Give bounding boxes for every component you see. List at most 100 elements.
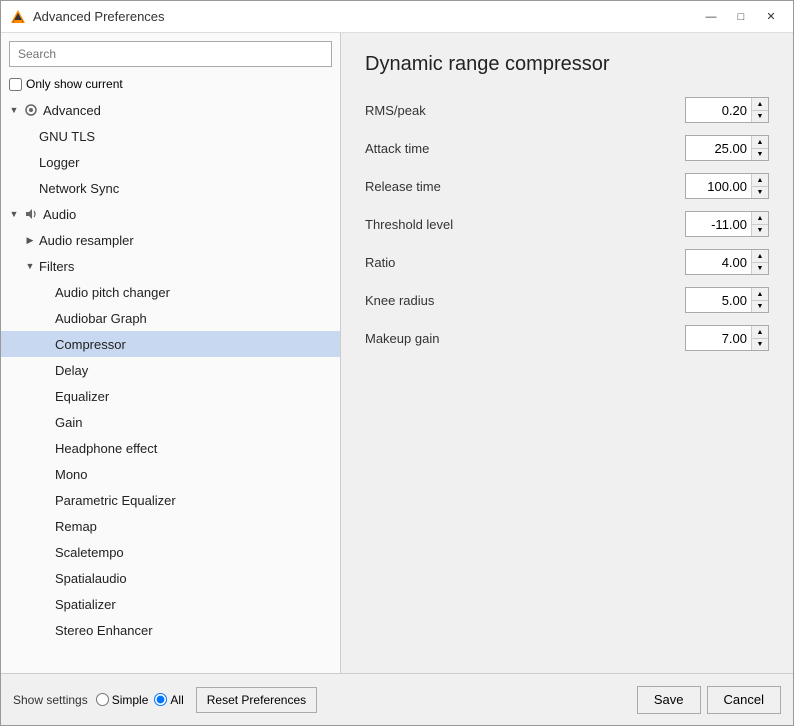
tree-item-label-gain: Gain xyxy=(55,415,82,430)
tree-item-label-remap: Remap xyxy=(55,519,97,534)
param-input-4[interactable] xyxy=(686,250,751,274)
expand-icon-mono xyxy=(39,467,53,481)
param-row-6: Makeup gain▲▼ xyxy=(365,324,769,352)
spin-down-3[interactable]: ▼ xyxy=(752,224,768,236)
expand-icon-filters: ▼ xyxy=(23,259,37,273)
window-controls: — □ ✕ xyxy=(697,6,785,28)
spin-up-2[interactable]: ▲ xyxy=(752,174,768,186)
spin-buttons-4: ▲▼ xyxy=(751,250,768,274)
tree-item-label-spatializer: Spatializer xyxy=(55,597,116,612)
spin-buttons-2: ▲▼ xyxy=(751,174,768,198)
only-show-current-checkbox[interactable] xyxy=(9,78,22,91)
tree-item-parametric_equalizer[interactable]: Parametric Equalizer xyxy=(1,487,340,513)
radio-simple[interactable] xyxy=(96,693,109,706)
param-input-wrapper-2: ▲▼ xyxy=(685,173,769,199)
window-title: Advanced Preferences xyxy=(33,9,697,24)
expand-icon-audio_pitch_changer xyxy=(39,285,53,299)
spin-buttons-1: ▲▼ xyxy=(751,136,768,160)
tree-item-gnu_tls[interactable]: GNU TLS xyxy=(1,123,340,149)
param-input-1[interactable] xyxy=(686,136,751,160)
bottom-bar: Show settings Simple All Reset Preferenc… xyxy=(1,673,793,725)
search-input[interactable] xyxy=(9,41,332,67)
tree-item-audio_pitch_changer[interactable]: Audio pitch changer xyxy=(1,279,340,305)
tree-item-label-audiobar_graph: Audiobar Graph xyxy=(55,311,147,326)
expand-icon-scaletempo xyxy=(39,545,53,559)
tree-item-filters[interactable]: ▼Filters xyxy=(1,253,340,279)
tree-item-stereo_enhancer[interactable]: Stereo Enhancer xyxy=(1,617,340,643)
minimize-button[interactable]: — xyxy=(697,6,725,28)
spin-down-4[interactable]: ▼ xyxy=(752,262,768,274)
spin-buttons-0: ▲▼ xyxy=(751,98,768,122)
radio-all-label[interactable]: All xyxy=(154,693,183,707)
tree-container[interactable]: ▼AdvancedGNU TLSLoggerNetwork Sync▼Audio… xyxy=(1,97,340,673)
spin-up-6[interactable]: ▲ xyxy=(752,326,768,338)
expand-icon-spatialaudio xyxy=(39,571,53,585)
expand-icon-audio_resampler: ▶ xyxy=(23,233,37,247)
reset-preferences-button[interactable]: Reset Preferences xyxy=(196,687,317,713)
left-panel: Only show current ▼AdvancedGNU TLSLogger… xyxy=(1,33,341,673)
tree-item-audiobar_graph[interactable]: Audiobar Graph xyxy=(1,305,340,331)
expand-icon-spatializer xyxy=(39,597,53,611)
param-input-0[interactable] xyxy=(686,98,751,122)
tree-item-gain[interactable]: Gain xyxy=(1,409,340,435)
spin-up-1[interactable]: ▲ xyxy=(752,136,768,148)
close-button[interactable]: ✕ xyxy=(757,6,785,28)
cancel-button[interactable]: Cancel xyxy=(707,686,781,714)
radio-all[interactable] xyxy=(154,693,167,706)
spin-up-3[interactable]: ▲ xyxy=(752,212,768,224)
spin-down-2[interactable]: ▼ xyxy=(752,186,768,198)
spin-buttons-6: ▲▼ xyxy=(751,326,768,350)
maximize-button[interactable]: □ xyxy=(727,6,755,28)
tree-item-label-advanced: Advanced xyxy=(43,103,101,118)
spin-down-1[interactable]: ▼ xyxy=(752,148,768,160)
tree-item-label-audio_resampler: Audio resampler xyxy=(39,233,134,248)
tree-item-equalizer[interactable]: Equalizer xyxy=(1,383,340,409)
spin-up-0[interactable]: ▲ xyxy=(752,98,768,110)
main-content: Only show current ▼AdvancedGNU TLSLogger… xyxy=(1,33,793,673)
tree-item-delay[interactable]: Delay xyxy=(1,357,340,383)
tree-item-scaletempo[interactable]: Scaletempo xyxy=(1,539,340,565)
tree-item-headphone_effect[interactable]: Headphone effect xyxy=(1,435,340,461)
tree-item-spatialaudio[interactable]: Spatialaudio xyxy=(1,565,340,591)
tree-item-label-stereo_enhancer: Stereo Enhancer xyxy=(55,623,153,638)
expand-icon-stereo_enhancer xyxy=(39,623,53,637)
expand-icon-logger xyxy=(23,155,37,169)
spin-down-0[interactable]: ▼ xyxy=(752,110,768,122)
param-input-3[interactable] xyxy=(686,212,751,236)
expand-icon-remap xyxy=(39,519,53,533)
save-button[interactable]: Save xyxy=(637,686,701,714)
spin-up-4[interactable]: ▲ xyxy=(752,250,768,262)
param-label-5: Knee radius xyxy=(365,293,685,308)
expand-icon-headphone_effect xyxy=(39,441,53,455)
expand-icon-gain xyxy=(39,415,53,429)
spin-down-5[interactable]: ▼ xyxy=(752,300,768,312)
radio-simple-label[interactable]: Simple xyxy=(96,693,149,707)
tree-item-audio[interactable]: ▼Audio xyxy=(1,201,340,227)
param-input-wrapper-0: ▲▼ xyxy=(685,97,769,123)
tree-item-logger[interactable]: Logger xyxy=(1,149,340,175)
tree-item-label-gnu_tls: GNU TLS xyxy=(39,129,95,144)
param-input-6[interactable] xyxy=(686,326,751,350)
tree-item-remap[interactable]: Remap xyxy=(1,513,340,539)
tree-item-network_sync[interactable]: Network Sync xyxy=(1,175,340,201)
tree-item-label-parametric_equalizer: Parametric Equalizer xyxy=(55,493,176,508)
spin-down-6[interactable]: ▼ xyxy=(752,338,768,350)
spin-up-5[interactable]: ▲ xyxy=(752,288,768,300)
param-input-2[interactable] xyxy=(686,174,751,198)
tree-item-spatializer[interactable]: Spatializer xyxy=(1,591,340,617)
item-icon-advanced xyxy=(23,102,39,118)
tree-item-compressor[interactable]: Compressor xyxy=(1,331,340,357)
tree-item-mono[interactable]: Mono xyxy=(1,461,340,487)
param-row-1: Attack time▲▼ xyxy=(365,134,769,162)
param-row-2: Release time▲▼ xyxy=(365,172,769,200)
tree-item-audio_resampler[interactable]: ▶Audio resampler xyxy=(1,227,340,253)
expand-icon-parametric_equalizer xyxy=(39,493,53,507)
expand-icon-network_sync xyxy=(23,181,37,195)
tree-item-advanced[interactable]: ▼Advanced xyxy=(1,97,340,123)
param-input-wrapper-1: ▲▼ xyxy=(685,135,769,161)
tree-item-label-compressor: Compressor xyxy=(55,337,126,352)
vlc-icon xyxy=(9,8,27,26)
expand-icon-equalizer xyxy=(39,389,53,403)
right-panel: Dynamic range compressor RMS/peak▲▼Attac… xyxy=(341,33,793,673)
param-input-5[interactable] xyxy=(686,288,751,312)
